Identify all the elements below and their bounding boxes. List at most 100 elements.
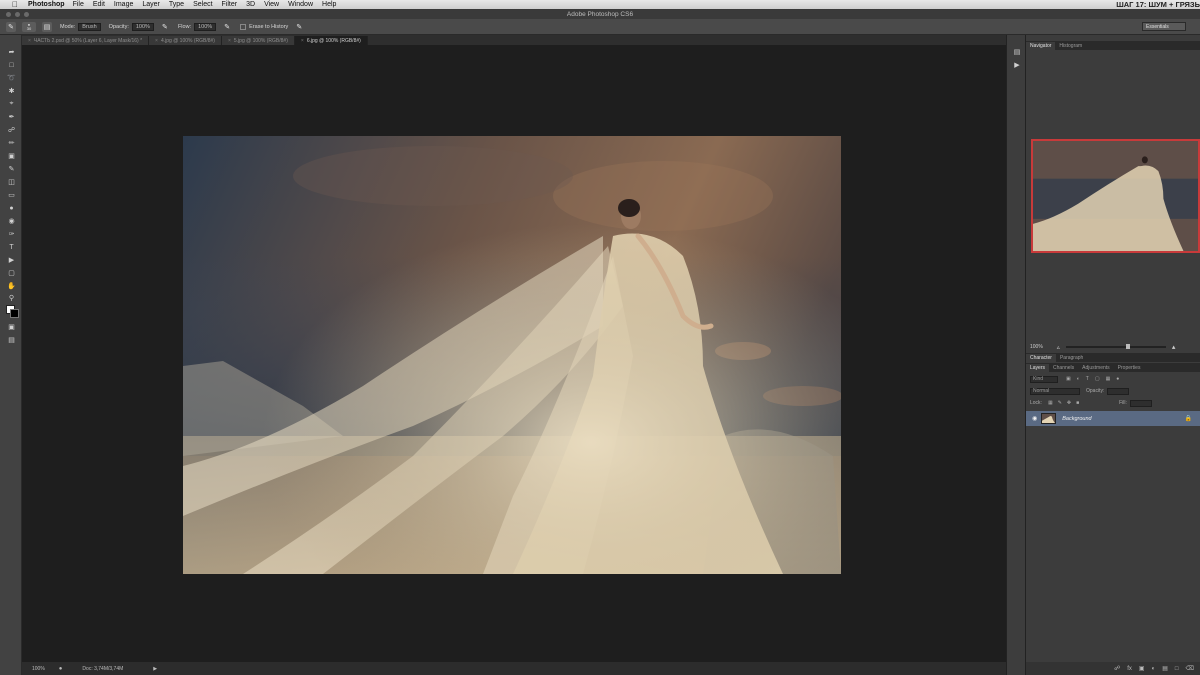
lock-image-icon[interactable]: ✎ [1058, 400, 1062, 406]
lock-all-icon[interactable]: ■ [1076, 400, 1079, 406]
brush-tool-icon[interactable]: ✏ [6, 138, 17, 148]
layer-opacity-field[interactable] [1107, 387, 1130, 395]
close-tab-icon[interactable]: × [301, 38, 304, 44]
add-mask-icon[interactable]: ▣ [1139, 665, 1145, 672]
opacity-pressure-icon[interactable]: ✎ [160, 22, 170, 32]
menu-image[interactable]: Image [114, 1, 133, 8]
actions-panel-icon[interactable]: ▶ [1012, 60, 1022, 69]
eraser-tool-icon[interactable]: ◫ [6, 177, 17, 187]
menu-layer[interactable]: Layer [142, 1, 160, 8]
quick-select-tool-icon[interactable]: ✱ [6, 86, 17, 96]
background-color-swatch[interactable] [10, 309, 19, 318]
eraser-preset-icon[interactable]: ✎ [6, 21, 16, 32]
quick-mask-icon[interactable]: ▣ [6, 322, 17, 332]
size-pressure-icon[interactable]: ✎ [294, 22, 304, 32]
app-menu[interactable]: Photoshop [28, 1, 65, 8]
status-info-icon[interactable]: ● [59, 666, 63, 672]
close-tab-icon[interactable]: × [228, 38, 231, 44]
menu-help[interactable]: Help [322, 1, 336, 8]
shape-tool-icon[interactable]: ▢ [6, 268, 17, 278]
tab-histogram[interactable]: Histogram [1055, 42, 1086, 50]
navigator-zoom-slider[interactable] [1065, 344, 1166, 349]
tab-document-3[interactable]: × 5.jpg @ 100% (RGB/8#) [221, 36, 295, 45]
lasso-tool-icon[interactable]: ➰ [6, 73, 17, 83]
menu-select[interactable]: Select [193, 1, 212, 8]
tab-paragraph[interactable]: Paragraph [1056, 354, 1087, 362]
close-tab-icon[interactable]: × [28, 38, 31, 44]
zoom-tool-icon[interactable]: ⚲ [6, 293, 17, 303]
menu-edit[interactable]: Edit [93, 1, 105, 8]
path-select-tool-icon[interactable]: ▶ [6, 255, 17, 265]
status-menu-arrow-icon[interactable]: ▶ [153, 666, 157, 672]
filter-shape-icon[interactable]: ▢ [1095, 376, 1100, 382]
document-canvas[interactable] [183, 136, 841, 574]
lock-position-icon[interactable]: ✥ [1067, 400, 1071, 406]
blend-mode-select[interactable]: Normal [1030, 387, 1080, 395]
navigator-zoom-field[interactable]: 100% [1030, 344, 1043, 350]
blur-tool-icon[interactable]: ● [6, 203, 17, 213]
brush-panel-toggle-icon[interactable]: ▤ [42, 21, 52, 32]
tab-properties[interactable]: Properties [1114, 364, 1145, 372]
tab-navigator[interactable]: Navigator [1026, 42, 1056, 50]
filter-adjustment-icon[interactable]: ◐ [1077, 376, 1080, 382]
clone-stamp-tool-icon[interactable]: ▣ [6, 151, 17, 161]
history-panel-icon[interactable]: ▤ [1012, 47, 1022, 56]
healing-brush-tool-icon[interactable]: ☍ [6, 125, 17, 135]
menu-file[interactable]: File [73, 1, 84, 8]
hand-tool-icon[interactable]: ✋ [6, 281, 17, 291]
menu-type[interactable]: Type [169, 1, 184, 8]
erase-history-checkbox[interactable] [240, 23, 247, 30]
kind-filter-select[interactable]: Kind [1030, 375, 1058, 383]
move-tool-icon[interactable]: ➦ [6, 47, 17, 57]
zoom-readout[interactable]: 100% [32, 666, 45, 672]
marquee-tool-icon[interactable]: □ [6, 60, 17, 70]
tab-adjustments[interactable]: Adjustments [1078, 364, 1114, 372]
filter-toggle-icon[interactable]: ● [1116, 376, 1119, 382]
tab-document-4[interactable]: × 6.jpg @ 100% (RGB/8#) [294, 36, 368, 45]
tab-document-1[interactable]: × ЧАСТЬ 2.psd @ 50% (Layer 6, Layer Mask/… [22, 36, 150, 45]
menu-view[interactable]: View [264, 1, 279, 8]
layer-row-background[interactable]: ◉ Background 🔒 [1026, 411, 1200, 426]
eyedropper-tool-icon[interactable]: ✒ [6, 112, 17, 122]
link-layers-icon[interactable]: ☍ [1114, 665, 1120, 672]
menu-window[interactable]: Window [288, 1, 313, 8]
brush-size-picker[interactable]: ● 30 [22, 21, 36, 32]
zoom-window-button[interactable] [24, 12, 29, 17]
filter-type-icon[interactable]: T [1086, 376, 1089, 382]
gradient-tool-icon[interactable]: ▭ [6, 190, 17, 200]
menu-filter[interactable]: Filter [222, 1, 238, 8]
adjustment-layer-icon[interactable]: ◐ [1152, 666, 1156, 672]
filter-pixel-icon[interactable]: ▣ [1066, 376, 1071, 382]
apple-icon[interactable]:  [12, 0, 22, 9]
navigator-preview[interactable] [1031, 139, 1200, 253]
layer-name[interactable]: Background [1062, 416, 1091, 422]
new-group-icon[interactable]: ▤ [1162, 665, 1168, 672]
tab-character[interactable]: Character [1026, 354, 1056, 362]
mode-select[interactable]: Brush [78, 22, 101, 31]
history-brush-tool-icon[interactable]: ✎ [6, 164, 17, 174]
menu-3d[interactable]: 3D [246, 1, 255, 8]
filter-smart-object-icon[interactable]: ▦ [1106, 376, 1111, 382]
visibility-eye-icon[interactable]: ◉ [1032, 415, 1037, 422]
zoom-out-icon[interactable]: ▵ [1057, 344, 1060, 351]
flow-field[interactable]: 100% [194, 22, 217, 31]
workspace-select[interactable]: Essentials [1142, 22, 1186, 31]
tab-layers[interactable]: Layers [1026, 364, 1050, 372]
type-tool-icon[interactable]: T [6, 242, 17, 252]
crop-tool-icon[interactable]: ⌖ [6, 99, 17, 109]
opacity-field[interactable]: 100% [131, 22, 154, 31]
close-tab-icon[interactable]: × [155, 38, 158, 44]
lock-transparent-icon[interactable]: ▦ [1048, 400, 1053, 406]
tab-document-2[interactable]: × 4.jpg @ 100% (RGB/8#) [149, 36, 222, 45]
close-window-button[interactable] [6, 12, 11, 17]
pen-tool-icon[interactable]: ✑ [6, 229, 17, 239]
dodge-tool-icon[interactable]: ◉ [6, 216, 17, 226]
layer-style-icon[interactable]: fx [1127, 666, 1132, 672]
airbrush-icon[interactable]: ✎ [222, 22, 232, 32]
layer-fill-field[interactable] [1129, 399, 1152, 407]
canvas-workspace[interactable] [22, 45, 1006, 662]
delete-layer-icon[interactable]: ⌫ [1186, 665, 1194, 672]
zoom-slider-handle[interactable] [1125, 344, 1130, 349]
new-layer-icon[interactable]: □ [1175, 666, 1179, 672]
zoom-in-icon[interactable]: ▴ [1172, 343, 1176, 351]
